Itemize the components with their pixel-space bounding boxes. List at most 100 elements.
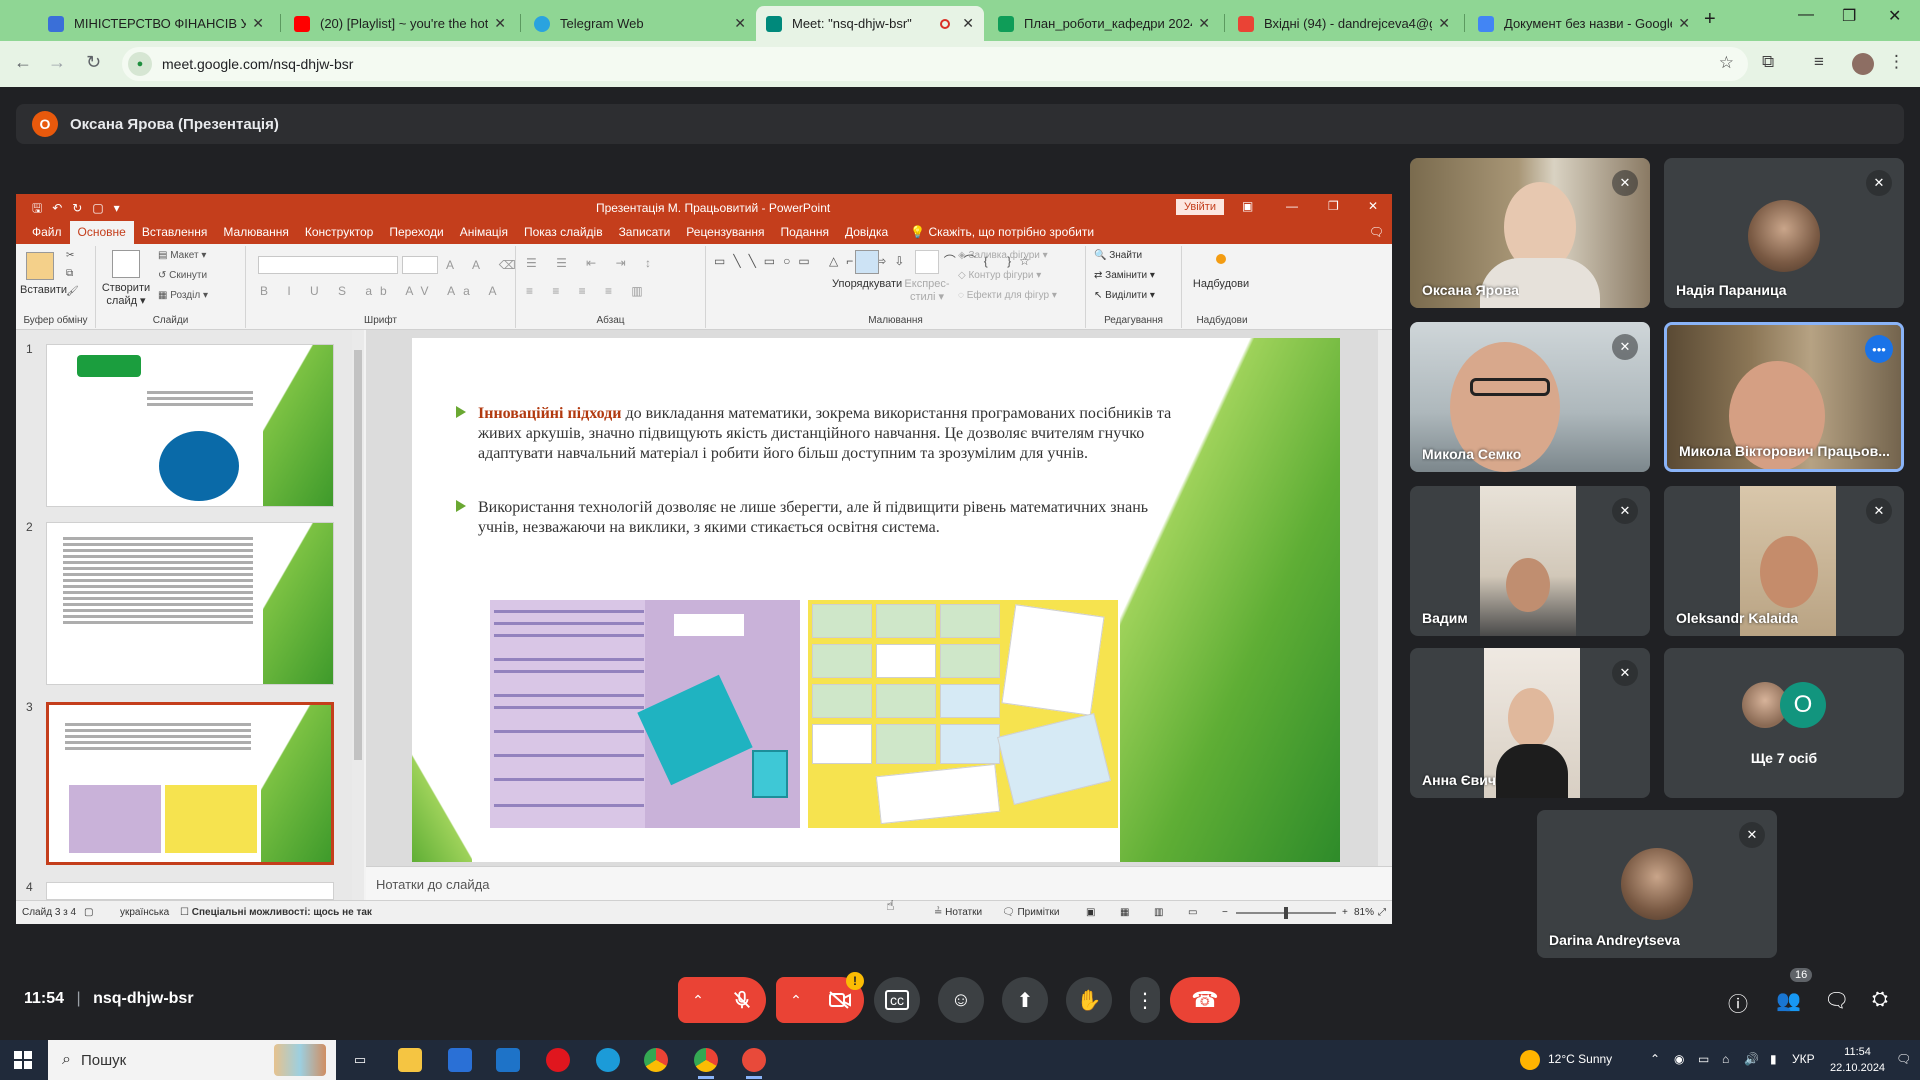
battery-icon[interactable]: ▮ [1770, 1052, 1777, 1066]
slide-bullet-2[interactable]: Використання технологій дозволяє не лише… [456, 498, 1178, 538]
slide-bullet-1[interactable]: Інноваційні підходи до викладання матема… [456, 404, 1178, 464]
profile-avatar[interactable] [1852, 53, 1874, 75]
meeting-info-icon[interactable]: ⓘ [1728, 988, 1748, 1017]
tab-view[interactable]: Подання [773, 225, 837, 244]
media-control-icon[interactable]: ≡ [1814, 52, 1824, 72]
people-icon[interactable]: 👥 [1776, 988, 1801, 1013]
chrome-menu-icon[interactable]: ⋮ [1888, 52, 1905, 72]
leave-call-button[interactable]: ☎ [1170, 977, 1240, 1023]
ppt-close-button[interactable]: ✕ [1368, 199, 1378, 213]
taskbar-clock[interactable]: 11:54 22.10.2024 [1830, 1044, 1885, 1076]
participant-tile[interactable]: ✕ Вадим [1410, 486, 1650, 636]
tab-youtube-playlist[interactable]: (20) [Playlist] ~ you're the hot ✕ [284, 6, 516, 41]
font-size-input[interactable] [402, 256, 438, 274]
shape-fill-button[interactable]: ◈ Заливка фігури ▾ [958, 250, 1048, 261]
tab-gmail-inbox[interactable]: Вхідні (94) - dandrejceva4@gm ✕ [1228, 6, 1460, 41]
normal-view-icon[interactable]: ▣ [1086, 907, 1095, 918]
zoom-slider-knob[interactable] [1284, 907, 1288, 919]
tab-close-icon[interactable]: ✕ [1198, 15, 1210, 32]
window-minimize-button[interactable]: — [1798, 6, 1814, 24]
participant-tile[interactable]: ✕ Надія Параница [1664, 158, 1904, 308]
tab-help[interactable]: Довідка [837, 225, 896, 244]
window-maximize-button[interactable]: ❐ [1842, 6, 1856, 26]
taskbar-search[interactable]: ⌕ Пошук [48, 1040, 336, 1080]
reset-button[interactable]: ↺ Скинути [158, 270, 207, 281]
slide-thumbnail-2[interactable] [46, 522, 334, 685]
cut-icon[interactable]: ✂ [66, 250, 74, 261]
tab-insert[interactable]: Вставлення [134, 225, 216, 244]
address-bar[interactable]: ● meet.google.com/nsq-dhjw-bsr ☆ [122, 47, 1748, 81]
tab-close-icon[interactable]: ✕ [1438, 15, 1450, 32]
tab-design[interactable]: Конструктор [297, 225, 381, 244]
tab-close-icon[interactable]: ✕ [1678, 15, 1690, 32]
sign-in-button[interactable]: Увійти [1176, 199, 1224, 215]
slide-image-worksheets[interactable] [808, 600, 1118, 828]
reactions-button[interactable]: ☺ [938, 977, 984, 1023]
font-format-icons[interactable]: B I U S ab AV Aa A [260, 284, 505, 298]
ppt-minimize-button[interactable]: — [1286, 199, 1298, 213]
site-info-icon[interactable]: ● [128, 52, 152, 76]
replace-button[interactable]: ⇄ Замінити ▾ [1094, 270, 1155, 281]
notes-toggle[interactable]: ≟ Нотатки [934, 907, 982, 918]
windows-start-icon[interactable] [14, 1051, 32, 1069]
participant-tile[interactable]: ✕ Оксана Ярова [1410, 158, 1650, 308]
speaker-icon[interactable]: 🔊 [1744, 1052, 1759, 1066]
copy-icon[interactable]: ⧉ [66, 268, 73, 279]
tab-transitions[interactable]: Переходи [381, 225, 451, 244]
zoom-in-icon[interactable]: + [1342, 907, 1348, 918]
weather-sun-icon[interactable] [1520, 1050, 1540, 1070]
slide-image-quadratic-equations[interactable] [490, 600, 800, 828]
shape-outline-button[interactable]: ◇ Контур фігури ▾ [958, 270, 1041, 281]
quick-styles-button[interactable]: Експрес- стилі ▾ [902, 250, 952, 303]
spellcheck-icon[interactable]: ▢ [84, 907, 93, 918]
format-painter-icon[interactable]: 🖌 [66, 286, 79, 297]
reload-icon[interactable]: ↻ [86, 52, 101, 73]
participant-tile[interactable]: ✕ Анна Євич [1410, 648, 1650, 798]
video-options-button[interactable]: ⌃ [776, 977, 816, 1023]
activities-icon[interactable]: ⛭ [1872, 988, 1888, 1011]
tab-close-icon[interactable]: ✕ [734, 15, 746, 32]
raise-hand-button[interactable]: ✋ [1066, 977, 1112, 1023]
thumbnail-scroll-handle[interactable] [354, 350, 362, 760]
more-options-button[interactable]: ⋮ [1130, 977, 1160, 1023]
store-icon[interactable] [448, 1048, 472, 1072]
current-slide[interactable]: Інноваційні підходи до викладання матема… [412, 338, 1340, 862]
tab-home[interactable]: Основне [69, 221, 134, 244]
audio-options-button[interactable]: ⌃ [678, 977, 718, 1023]
tab-slide-show[interactable]: Показ слайдів [516, 225, 611, 244]
notifications-icon[interactable]: 🗨 [1896, 1052, 1911, 1066]
file-explorer-icon[interactable] [398, 1048, 422, 1072]
slide-thumbnail-3[interactable] [46, 702, 334, 865]
shape-effects-button[interactable]: ◌ Ефекти для фігур ▾ [958, 290, 1057, 301]
tab-google-docs[interactable]: Документ без назви - Google ✕ [1468, 6, 1700, 41]
edge-icon[interactable] [596, 1048, 620, 1072]
new-slide-button[interactable]: Створити слайд ▾ [98, 250, 154, 307]
slideshow-view-icon[interactable]: ▭ [1188, 907, 1197, 918]
microphone-toggle-button[interactable] [718, 977, 766, 1023]
extensions-icon[interactable]: ⧉ [1762, 52, 1774, 72]
tab-close-icon[interactable]: ✕ [252, 15, 264, 32]
task-view-icon[interactable]: ▭ [348, 1048, 372, 1072]
tab-animations[interactable]: Анімація [452, 225, 516, 244]
tray-app-icon[interactable]: ◉ [1674, 1052, 1684, 1066]
section-button[interactable]: ▦ Розділ ▾ [158, 290, 208, 301]
tab-record[interactable]: Записати [611, 225, 679, 244]
thumbnail-scrollbar[interactable] [352, 330, 364, 900]
network-icon[interactable]: ⌂ [1722, 1052, 1729, 1066]
tab-close-icon[interactable]: ✕ [494, 15, 506, 32]
tab-telegram-web[interactable]: Telegram Web ✕ [524, 6, 756, 41]
align-icons[interactable]: ≡ ≡ ≡ ≡ ▥ [526, 284, 651, 298]
present-screen-button[interactable]: ⬆ [1002, 977, 1048, 1023]
chat-icon[interactable]: 🗨 [1824, 988, 1849, 1013]
accessibility-indicator[interactable]: ☐ Спеціальні можливості: щось не так [180, 907, 372, 918]
ribbon-display-icon[interactable]: ▣ [1242, 199, 1253, 213]
tray-app-icon-2[interactable]: ▭ [1698, 1052, 1709, 1066]
bookmark-star-icon[interactable]: ☆ [1719, 53, 1734, 73]
editor-scrollbar[interactable] [1378, 330, 1392, 866]
tell-me-search[interactable]: 💡 Скажіть, що потрібно зробити [896, 225, 1102, 244]
fit-slide-icon[interactable]: ⤢ [1378, 907, 1386, 918]
mail-icon[interactable] [496, 1048, 520, 1072]
language-indicator[interactable]: українська [120, 907, 169, 918]
tab-file[interactable]: Файл [24, 225, 70, 244]
captions-button[interactable]: cc [874, 977, 920, 1023]
